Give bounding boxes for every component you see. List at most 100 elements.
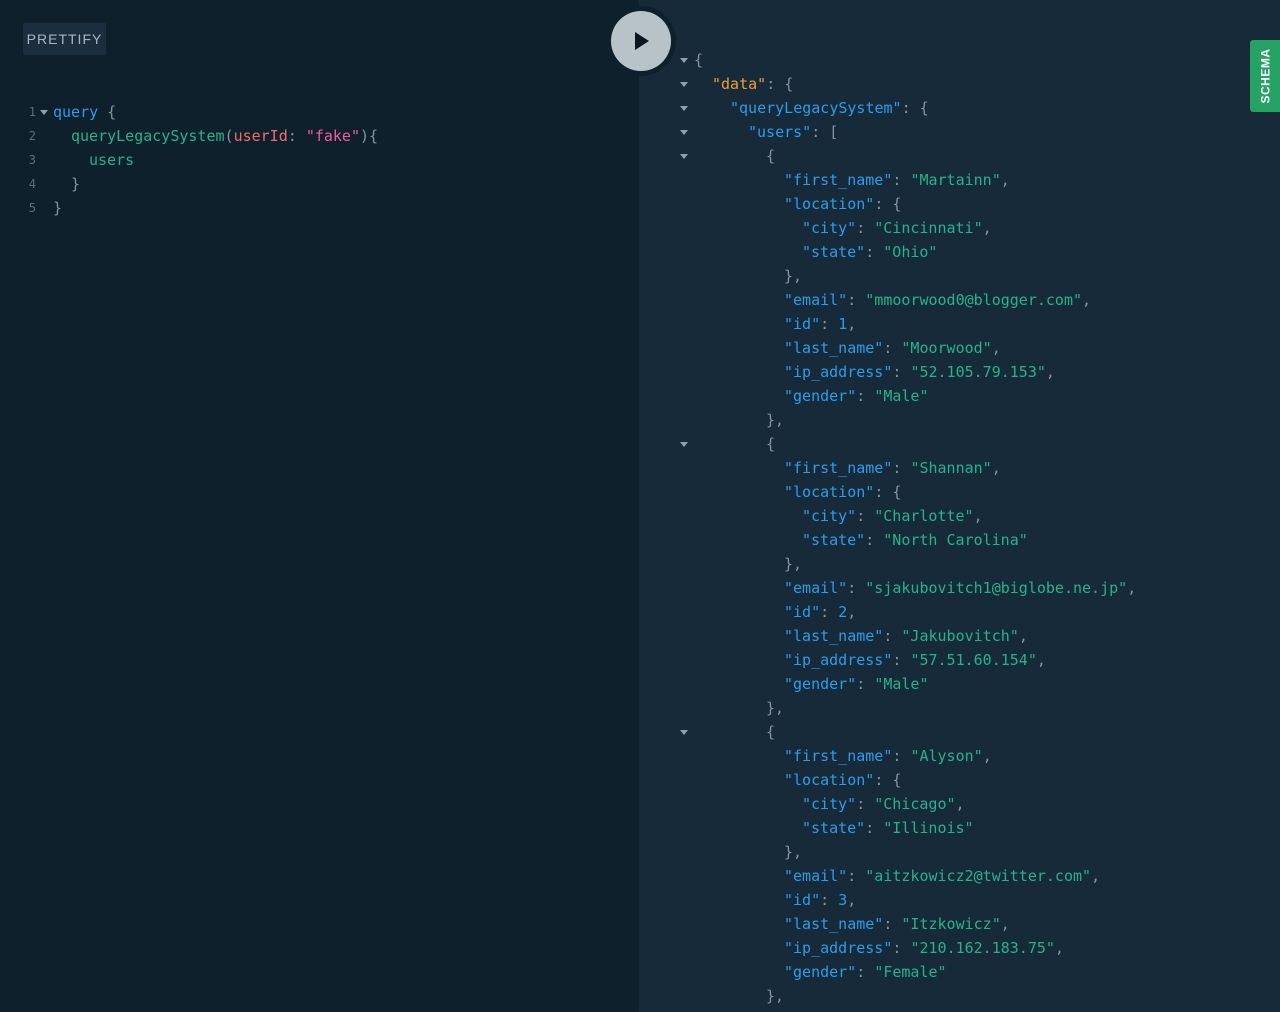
code-token: , xyxy=(847,315,857,333)
code-token: { xyxy=(766,147,776,165)
json-key: "ip_address" xyxy=(784,651,893,669)
code-line: query { xyxy=(53,100,116,124)
json-key: "city" xyxy=(802,219,857,237)
json-key: "id" xyxy=(784,603,821,621)
fold-arrow-icon[interactable] xyxy=(680,154,688,159)
json-line: "location": { xyxy=(784,192,901,216)
first-name-value: "Martainn" xyxy=(910,171,1001,189)
fold-arrow-icon[interactable] xyxy=(680,442,688,447)
json-line: "ip_address": "52.105.79.153", xyxy=(784,360,1055,384)
json-line: "queryLegacySystem": { xyxy=(730,96,929,120)
json-key: "first_name" xyxy=(784,747,893,765)
ip-address-value: "57.51.60.154" xyxy=(910,651,1037,669)
json-line: "email": "mmoorwood0@blogger.com", xyxy=(784,288,1091,312)
json-key: "id" xyxy=(784,315,821,333)
json-line: { xyxy=(694,48,703,72)
schema-tab-label: SCHEMA xyxy=(1258,48,1273,104)
code-token: : { xyxy=(901,99,929,117)
fold-arrow-icon[interactable] xyxy=(680,730,688,735)
code-token: ( xyxy=(224,127,234,145)
code-token: }, xyxy=(766,699,785,717)
line-number: 1 xyxy=(28,105,36,119)
json-key: "first_name" xyxy=(784,459,893,477)
json-line: "last_name": "Jakubovitch", xyxy=(784,624,1028,648)
code-token: : { xyxy=(874,771,902,789)
fold-arrow-icon[interactable] xyxy=(40,110,48,115)
execute-query-button[interactable] xyxy=(606,6,676,76)
json-key-users: "users" xyxy=(748,123,812,141)
json-key: "email" xyxy=(784,867,848,885)
json-line: "first_name": "Shannan", xyxy=(784,456,1001,480)
code-token: : xyxy=(865,819,884,837)
gender-value: "Male" xyxy=(874,675,929,693)
code-token: , xyxy=(1127,579,1137,597)
code-token: : xyxy=(847,867,866,885)
json-line: "city": "Cincinnati", xyxy=(802,216,992,240)
json-line: "location": { xyxy=(784,768,901,792)
user-record-close: }, xyxy=(766,696,784,720)
query-arg-name: userId xyxy=(233,127,288,145)
last-name-value: "Moorwood" xyxy=(901,339,992,357)
json-line: "data": { xyxy=(712,72,793,96)
email-value: "aitzkowicz2@twitter.com" xyxy=(865,867,1092,885)
fold-arrow-icon[interactable] xyxy=(680,58,688,63)
code-token: , xyxy=(1082,291,1092,309)
json-key-system: "queryLegacySystem" xyxy=(730,99,902,117)
user-record-close: }, xyxy=(766,984,784,1008)
code-token: : xyxy=(856,675,875,693)
json-key: "email" xyxy=(784,579,848,597)
json-key: "last_name" xyxy=(784,627,884,645)
json-key: "last_name" xyxy=(784,339,884,357)
json-line: "email": "sjakubovitch1@biglobe.ne.jp", xyxy=(784,576,1136,600)
code-token: , xyxy=(955,795,965,813)
code-token: : xyxy=(820,603,839,621)
code-token: , xyxy=(1045,363,1055,381)
json-key: "location" xyxy=(784,483,875,501)
json-key: "gender" xyxy=(784,963,857,981)
code-line: users xyxy=(89,148,134,172)
code-token: , xyxy=(1091,867,1101,885)
code-token: , xyxy=(847,603,857,621)
code-token: : xyxy=(856,387,875,405)
user-record-open: { xyxy=(766,432,775,456)
json-key: "gender" xyxy=(784,675,857,693)
line-number: 4 xyxy=(28,177,36,191)
fold-arrow-icon[interactable] xyxy=(680,130,688,135)
code-token: , xyxy=(982,219,992,237)
query-editor[interactable]: PRETTIFY 1 2 3 4 5 query {queryLegacySystem(u… xyxy=(0,0,639,1012)
json-line: "first_name": "Martainn", xyxy=(784,168,1010,192)
json-line: "last_name": "Moorwood", xyxy=(784,336,1001,360)
email-value: "mmoorwood0@blogger.com" xyxy=(865,291,1083,309)
code-token: : xyxy=(892,459,911,477)
code-token: , xyxy=(1000,171,1010,189)
query-arg-value: "fake" xyxy=(305,127,360,145)
city-value: "Chicago" xyxy=(874,795,956,813)
ip-address-value: "210.162.183.75" xyxy=(910,939,1055,957)
code-token: } xyxy=(71,175,81,193)
gender-value: "Male" xyxy=(874,387,929,405)
result-viewer[interactable]: {"data": {"queryLegacySystem": {"users":… xyxy=(639,0,1280,1012)
json-line: "gender": "Male" xyxy=(784,384,929,408)
first-name-value: "Shannan" xyxy=(910,459,992,477)
query-field-name: queryLegacySystem xyxy=(71,127,225,145)
id-value: 3 xyxy=(838,891,848,909)
code-token: : xyxy=(856,507,875,525)
schema-tab[interactable]: SCHEMA xyxy=(1250,40,1280,112)
json-key: "state" xyxy=(802,819,866,837)
code-token: : xyxy=(892,363,911,381)
json-line: }, xyxy=(784,552,802,576)
json-key: "state" xyxy=(802,531,866,549)
run-button-face xyxy=(611,11,671,71)
code-token: , xyxy=(991,339,1001,357)
fold-arrow-icon[interactable] xyxy=(680,106,688,111)
code-token: : xyxy=(820,315,839,333)
last-name-value: "Jakubovitch" xyxy=(901,627,1019,645)
code-token: : xyxy=(847,291,866,309)
prettify-button[interactable]: PRETTIFY xyxy=(23,23,106,55)
code-token: , xyxy=(1000,915,1010,933)
code-token: : xyxy=(287,127,306,145)
code-token: { xyxy=(98,103,117,121)
fold-arrow-icon[interactable] xyxy=(680,82,688,87)
json-key: "ip_address" xyxy=(784,363,893,381)
code-token: : { xyxy=(766,75,794,93)
